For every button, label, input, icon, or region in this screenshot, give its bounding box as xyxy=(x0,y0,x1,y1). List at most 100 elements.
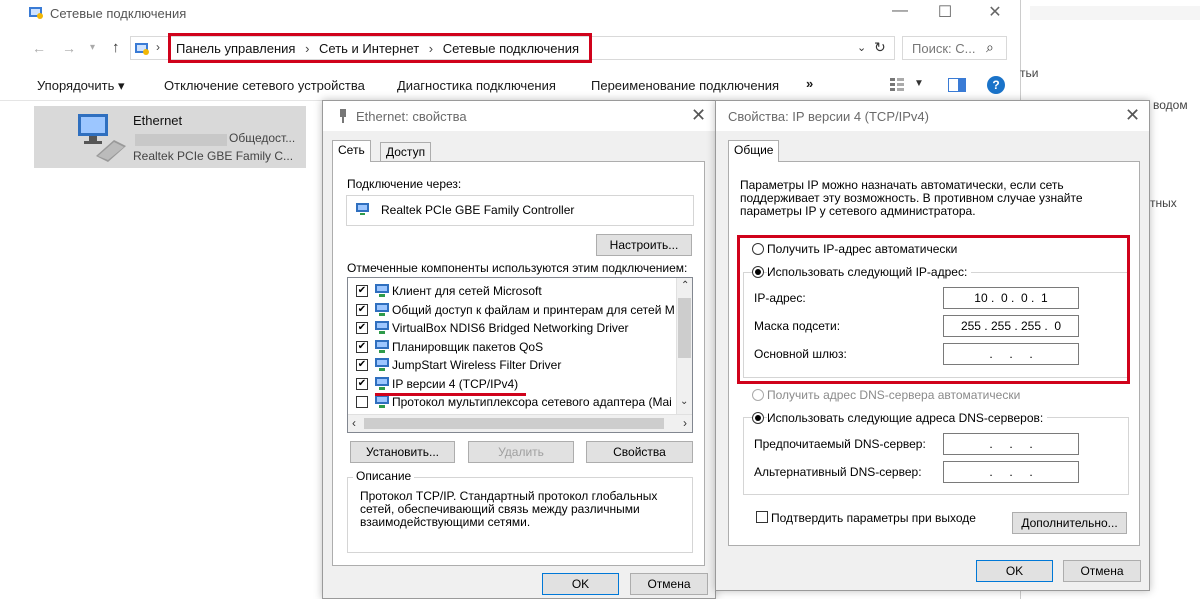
organize-button[interactable]: Упорядочить ▾ xyxy=(37,78,125,94)
component-label: Клиент для сетей Microsoft xyxy=(392,284,542,298)
view-dropdown-icon[interactable]: ▼ xyxy=(914,78,924,89)
breadcrumb-sep: › xyxy=(428,41,434,56)
adapter-icon xyxy=(355,202,370,218)
list-item[interactable]: ✔ JumpStart Wireless Filter Driver xyxy=(348,356,674,374)
ethernet-adapter-icon xyxy=(74,110,130,166)
hscroll-thumb[interactable] xyxy=(364,418,664,429)
breadcrumb-network-internet[interactable]: Сеть и Интернет xyxy=(319,41,419,56)
refresh-icon[interactable]: ↻ xyxy=(874,39,886,56)
background-text-2: водом xyxy=(1153,98,1188,112)
ethernet-dialog-icon xyxy=(337,108,349,124)
scroll-up-icon[interactable]: ⌃ xyxy=(681,280,689,291)
preview-pane-icon[interactable] xyxy=(948,78,966,92)
network-component-icon xyxy=(374,394,390,413)
install-button[interactable]: Установить... xyxy=(350,441,455,463)
ipv4-properties-dialog: Свойства: IP версии 4 (TCP/IPv4) ✕ Общие… xyxy=(715,100,1150,591)
auto-dns-label[interactable]: Получить адрес DNS-сервера автоматически xyxy=(767,388,1020,402)
description-text: Протокол TCP/IP. Стандартный протокол гл… xyxy=(360,489,658,529)
manual-dns-label[interactable]: Использовать следующие адреса DNS-сервер… xyxy=(767,411,1048,425)
breadcrumb-control-panel[interactable]: Панель управления xyxy=(176,41,295,56)
component-label: VirtualBox NDIS6 Bridged Networking Driv… xyxy=(392,321,629,335)
preferred-dns-label: Предпочитаемый DNS-сервер: xyxy=(754,437,926,451)
list-item[interactable]: ✔ Клиент для сетей Microsoft xyxy=(348,282,674,300)
close-button[interactable]: ✕ xyxy=(980,2,1010,22)
help-icon[interactable]: ? xyxy=(987,76,1005,94)
advanced-button[interactable]: Дополнительно... xyxy=(1012,512,1127,534)
configure-button[interactable]: Настроить... xyxy=(596,234,692,256)
list-item[interactable]: ✔ Общий доступ к файлам и принтерам для с… xyxy=(348,301,674,319)
component-checkbox[interactable]: ✔ xyxy=(356,322,368,334)
description-title: Описание xyxy=(353,469,415,483)
redacted-network-name xyxy=(135,134,227,146)
tab-general[interactable]: Общие xyxy=(728,140,780,162)
list-item[interactable]: ✔ VirtualBox NDIS6 Bridged Networking Dri… xyxy=(348,319,674,337)
remove-button[interactable]: Удалить xyxy=(468,441,574,463)
minimize-button[interactable]: — xyxy=(885,2,915,20)
component-label: IP версии 4 (TCP/IPv4) xyxy=(392,376,519,391)
more-commands-button[interactable]: » xyxy=(806,76,813,91)
validate-label[interactable]: Подтвердить параметры при выходе xyxy=(771,511,976,525)
tab-network[interactable]: Сеть xyxy=(332,140,371,162)
properties-button[interactable]: Свойства xyxy=(586,441,693,463)
ip-settings-highlight xyxy=(737,235,1130,384)
component-checkbox[interactable] xyxy=(356,396,368,408)
ok-button[interactable]: OK xyxy=(542,573,619,595)
ok-button[interactable]: OK xyxy=(976,560,1053,582)
component-checkbox[interactable]: ✔ xyxy=(356,285,368,297)
tab-sharing[interactable]: Доступ xyxy=(380,142,432,162)
search-input[interactable]: Поиск: С... xyxy=(912,41,975,56)
network-component-icon xyxy=(374,320,390,339)
component-checkbox[interactable]: ✔ xyxy=(356,359,368,371)
background-bar xyxy=(1030,6,1200,20)
address-dropdown-icon[interactable]: ⌄ xyxy=(857,41,866,54)
diagnose-button[interactable]: Диагностика подключения xyxy=(397,78,556,93)
adapter-name: Realtek PCIe GBE Family Controller xyxy=(381,203,575,217)
alternate-dns-field[interactable]: . . . xyxy=(943,461,1079,483)
view-options-icon[interactable] xyxy=(889,76,905,92)
breadcrumb-network-connections[interactable]: Сетевые подключения xyxy=(443,41,579,56)
alternate-dns-label: Альтернативный DNS-сервер: xyxy=(754,465,922,479)
cancel-button[interactable]: Отмена xyxy=(1063,560,1141,582)
scroll-right-icon[interactable]: › xyxy=(683,416,687,430)
dialog-close-button[interactable]: ✕ xyxy=(1125,105,1140,126)
back-arrow-icon[interactable]: ← xyxy=(32,40,46,56)
connection-status: Общедост... xyxy=(229,131,296,145)
component-label: JumpStart Wireless Filter Driver xyxy=(392,358,562,372)
recent-dropdown-icon[interactable]: ▾ xyxy=(90,42,95,53)
scroll-left-icon[interactable]: ‹ xyxy=(352,416,356,430)
dialog-title: Ethernet: свойства xyxy=(356,109,467,124)
list-item[interactable]: ✔ IP версии 4 (TCP/IPv4) xyxy=(348,375,674,393)
scroll-down-icon[interactable]: ⌄ xyxy=(680,396,688,407)
rename-button[interactable]: Переименование подключения xyxy=(591,78,779,93)
components-list[interactable]: ✔ Клиент для сетей Microsoft ✔ Общий доступ… xyxy=(347,277,693,433)
network-component-icon xyxy=(374,357,390,376)
disable-device-button[interactable]: Отключение сетевого устройства xyxy=(164,78,365,93)
ethernet-properties-dialog: Ethernet: свойства ✕ Сеть Доступ Подключ… xyxy=(322,100,716,599)
auto-dns-radio[interactable] xyxy=(752,389,764,401)
component-checkbox[interactable]: ✔ xyxy=(356,377,368,390)
manual-dns-radio[interactable] xyxy=(752,412,764,424)
component-label: Протокол мультиплексора сетевого адаптер… xyxy=(392,395,672,409)
cancel-button[interactable]: Отмена xyxy=(630,573,708,595)
vertical-scrollbar[interactable]: ⌃ ⌄ xyxy=(676,278,692,414)
dialog-title: Свойства: IP версии 4 (TCP/IPv4) xyxy=(728,109,929,124)
window-title: Сетевые подключения xyxy=(50,6,187,21)
network-folder-icon xyxy=(28,4,44,20)
component-checkbox[interactable]: ✔ xyxy=(356,303,368,316)
search-icon[interactable]: ⌕ xyxy=(986,39,994,56)
connection-adapter: Realtek PCIe GBE Family C... xyxy=(133,149,294,163)
horizontal-scrollbar[interactable]: ‹ › xyxy=(348,414,692,432)
forward-arrow-icon[interactable]: → xyxy=(62,40,76,56)
up-arrow-icon[interactable]: ↑ xyxy=(112,39,120,56)
network-component-icon xyxy=(374,302,390,321)
scroll-thumb[interactable] xyxy=(678,298,691,358)
validate-checkbox[interactable] xyxy=(756,511,768,523)
preferred-dns-field[interactable]: . . . xyxy=(943,433,1079,455)
ipv4-intro-text: Параметры IP можно назначать автоматичес… xyxy=(740,178,1083,218)
component-label: Общий доступ к файлам и принтерам для се… xyxy=(392,302,674,317)
maximize-button[interactable]: ☐ xyxy=(930,2,960,22)
list-item[interactable]: ✔ Планировщик пакетов QoS xyxy=(348,338,674,356)
breadcrumb-sep: › xyxy=(305,41,310,56)
dialog-close-button[interactable]: ✕ xyxy=(691,105,706,126)
component-checkbox[interactable]: ✔ xyxy=(356,340,368,353)
